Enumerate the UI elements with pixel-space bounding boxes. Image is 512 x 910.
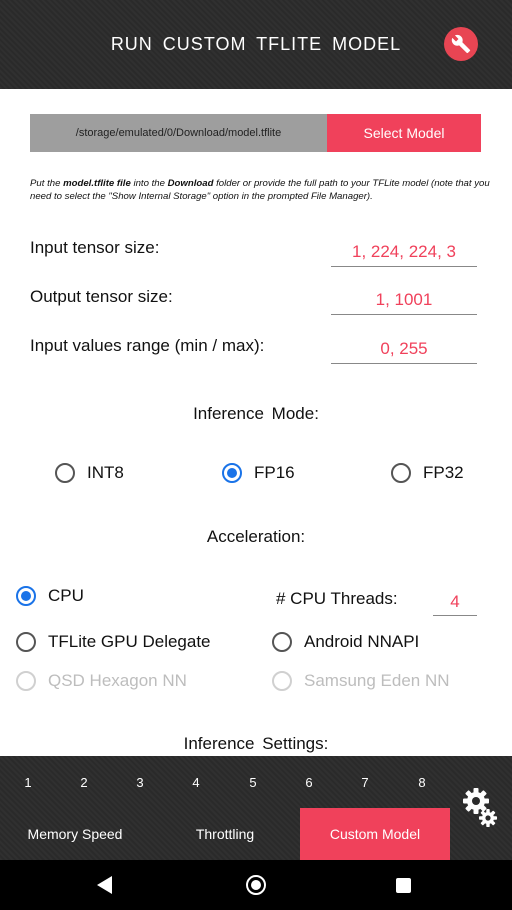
note-bold-folder: Download [167,178,214,189]
radio-circle [16,671,36,691]
radio-circle [272,671,292,691]
radio-nnapi-label: Android NNAPI [304,632,420,651]
home-icon[interactable] [246,875,266,895]
radio-circle [391,463,411,483]
tab-number-3[interactable]: 3 [130,775,150,790]
note-text: Put the [30,178,64,189]
tab-throttling[interactable]: Throttling [150,808,300,860]
tab-number-6[interactable]: 6 [299,775,319,790]
output-tensor-label: Output tensor size: [30,287,173,306]
note-bold-file: model.tflite file [63,178,131,189]
radio-eden: Samsung Eden NN [272,671,450,691]
wrench-icon [451,34,471,54]
instructions-note: Put the model.tflite file into the Downl… [30,178,492,203]
output-tensor-field[interactable]: 1, 1001 [331,290,477,315]
back-icon[interactable] [97,876,112,894]
radio-int8[interactable]: INT8 [55,463,124,483]
radio-hexagon: QSD Hexagon NN [16,671,187,691]
tab-number-4[interactable]: 4 [186,775,206,790]
tab-number-2[interactable]: 2 [74,775,94,790]
radio-fp32[interactable]: FP32 [391,463,464,483]
tab-memory-speed[interactable]: Memory Speed [0,808,150,860]
tab-number-8[interactable]: 8 [412,775,432,790]
inference-mode-title: Inference Mode: [193,404,319,423]
tab-number-1[interactable]: 1 [18,775,38,790]
tab-custom-model[interactable]: Custom Model [300,808,450,860]
radio-circle [222,463,242,483]
tools-button[interactable] [444,27,478,61]
acceleration-title: Acceleration: [206,527,306,546]
radio-eden-label: Samsung Eden NN [304,671,450,690]
radio-cpu[interactable]: CPU [16,586,84,606]
radio-fp32-label: FP32 [423,463,464,482]
tab-number-7[interactable]: 7 [355,775,375,790]
input-tensor-field[interactable]: 1, 224, 224, 3 [331,242,477,267]
value-range-field[interactable]: 0, 255 [331,339,477,364]
radio-cpu-label: CPU [48,586,84,605]
radio-gpu-delegate[interactable]: TFLite GPU Delegate [16,632,211,652]
page-title: RUN CUSTOM TFLITE MODEL [110,34,402,54]
radio-nnapi[interactable]: Android NNAPI [272,632,419,652]
radio-fp16[interactable]: FP16 [222,463,295,483]
gears-icon [463,788,497,827]
cpu-threads-label: # CPU Threads: [276,589,398,608]
value-range-label: Input values range (min / max): [30,336,265,355]
radio-circle [16,632,36,652]
note-text: into the [130,178,168,189]
settings-button[interactable] [460,786,500,830]
radio-int8-label: INT8 [87,463,124,482]
radio-gpu-label: TFLite GPU Delegate [48,632,211,651]
model-path-input[interactable]: /storage/emulated/0/Download/model.tflit… [30,114,327,152]
radio-circle [55,463,75,483]
radio-fp16-label: FP16 [254,463,295,482]
input-tensor-label: Input tensor size: [30,238,160,257]
recent-apps-icon[interactable] [396,878,411,893]
radio-circle [272,632,292,652]
inference-settings-title: Inference Settings: [183,734,329,753]
select-model-button[interactable]: Select Model [327,114,481,152]
cpu-threads-field[interactable]: 4 [433,592,477,616]
radio-hexagon-label: QSD Hexagon NN [48,671,187,690]
tab-number-5[interactable]: 5 [243,775,263,790]
radio-circle [16,586,36,606]
